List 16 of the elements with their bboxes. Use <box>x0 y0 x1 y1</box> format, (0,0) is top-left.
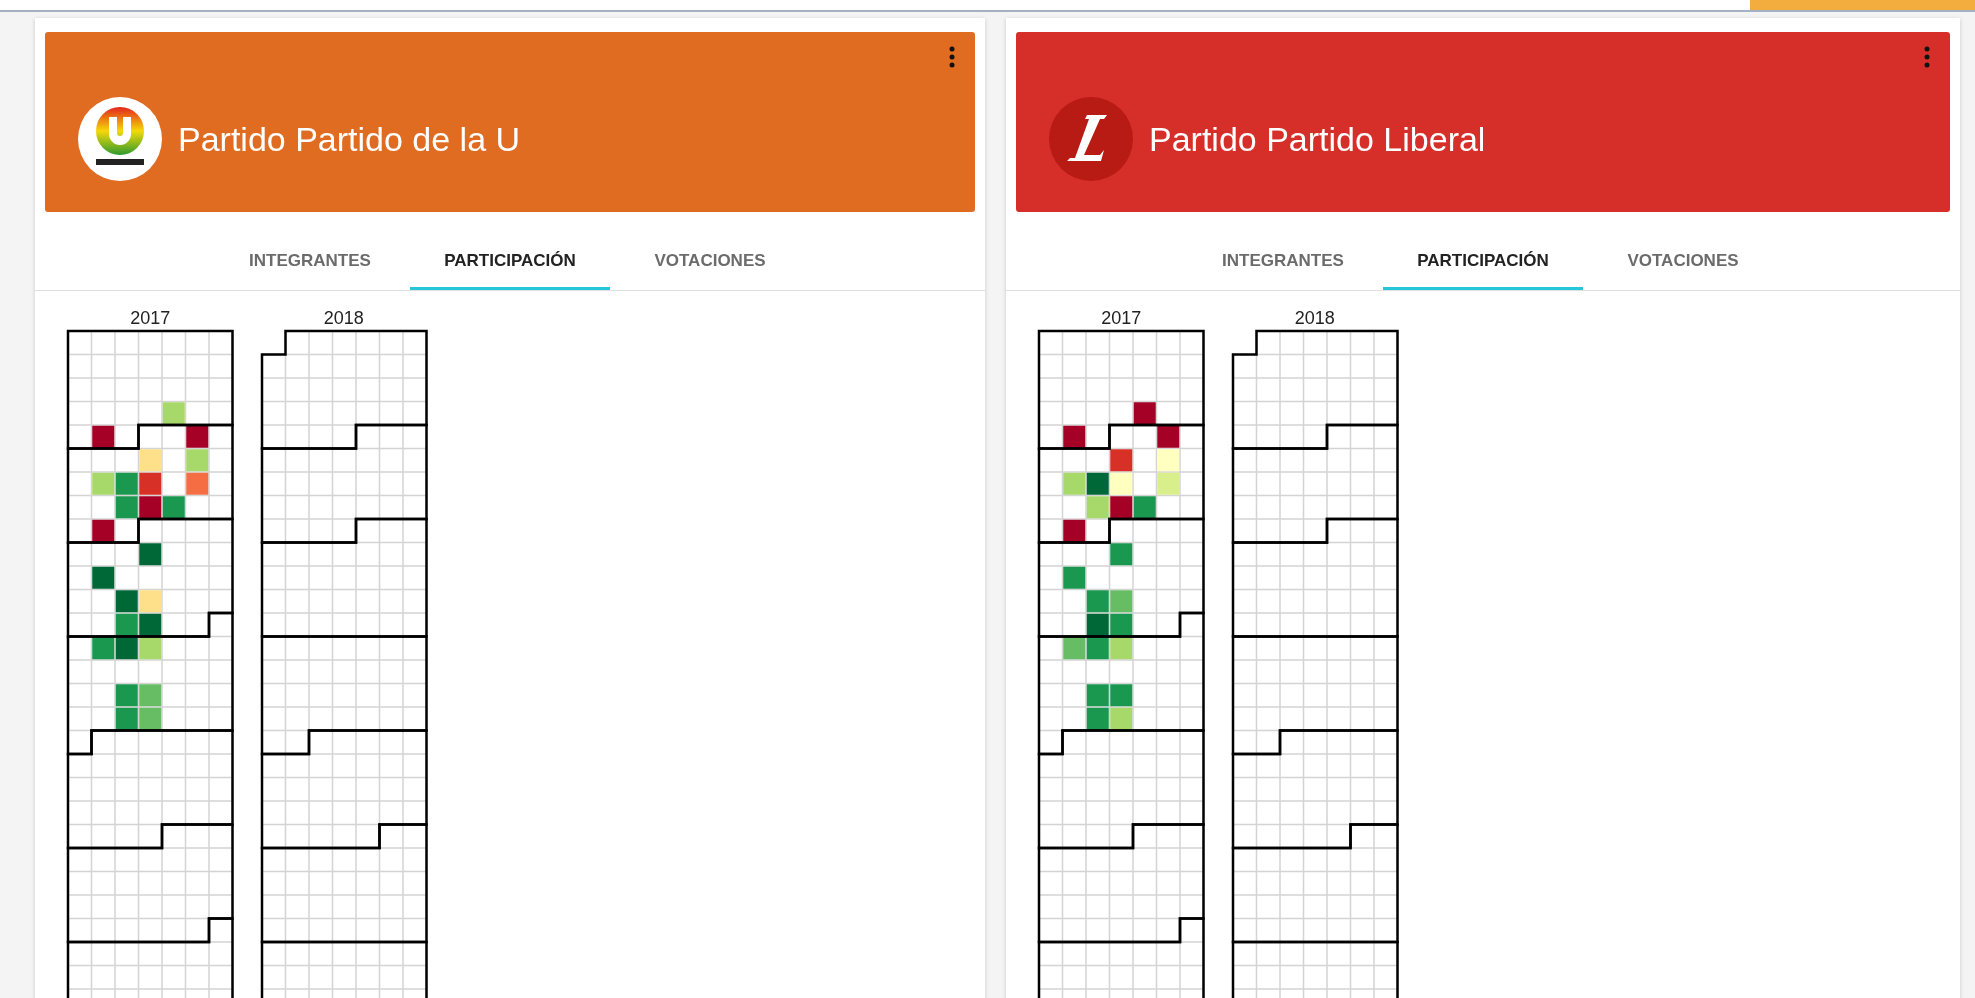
party-title: Partido Partido de la U <box>178 119 521 159</box>
tab[interactable]: INTEGRANTES <box>1183 234 1383 290</box>
more-menu-icon[interactable] <box>949 46 955 68</box>
logo-icon <box>1049 97 1133 181</box>
party-title: Partido Partido Liberal <box>1149 119 1486 159</box>
year-label: 2018 <box>1294 307 1335 329</box>
logo-icon <box>78 97 162 181</box>
tab[interactable]: PARTICIPACIÓN <box>410 234 610 290</box>
year-label: 2017 <box>130 307 171 329</box>
tab[interactable]: INTEGRANTES <box>210 234 410 290</box>
tab[interactable]: PARTICIPACIÓN <box>1383 234 1583 290</box>
tab[interactable]: VOTACIONES <box>610 234 810 290</box>
year-label: 2017 <box>1101 307 1142 329</box>
year-label: 2018 <box>323 307 364 329</box>
tab[interactable]: VOTACIONES <box>1583 234 1783 290</box>
more-menu-icon[interactable] <box>1924 46 1930 68</box>
